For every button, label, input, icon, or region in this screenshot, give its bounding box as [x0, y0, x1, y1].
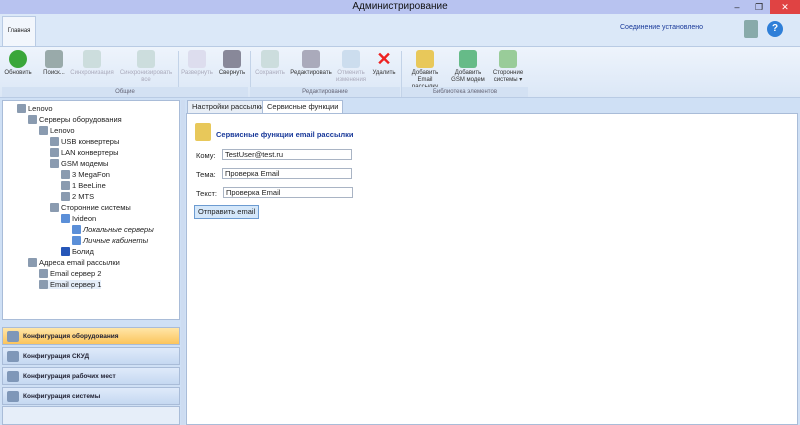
tree-node[interactable]: USB конвертеры — [50, 137, 119, 146]
tree-node[interactable]: Lenovo — [17, 104, 53, 113]
window-title: Администрирование — [0, 0, 800, 14]
splitter[interactable] — [181, 100, 185, 425]
collapse-button[interactable]: Свернуть — [216, 50, 248, 77]
delete-button[interactable]: ✕ Удалить — [370, 50, 398, 77]
tab-main[interactable]: Главная — [2, 16, 36, 46]
group-editing: Редактирование — [250, 87, 400, 97]
to-label: Кому: — [196, 151, 216, 160]
tree-node[interactable]: Адреса email рассылки — [28, 258, 120, 267]
accordion-access[interactable]: Конфигурация СКУД — [2, 347, 180, 365]
sync-all-button[interactable]: Синхронизировать все — [118, 50, 174, 84]
subject-label: Тема: — [196, 170, 216, 179]
edit-button[interactable]: Редактировать — [288, 50, 334, 77]
tree-view[interactable]: Lenovo Серверы оборудования Lenovo USB к… — [2, 100, 180, 320]
tree-node[interactable]: GSM модемы — [50, 159, 108, 168]
tree-node[interactable]: Серверы оборудования — [28, 115, 122, 124]
accordion-workstations[interactable]: Конфигурация рабочих мест — [2, 367, 180, 385]
help-icon[interactable]: ? — [767, 21, 783, 37]
sync-button[interactable]: Синхронизация — [68, 50, 116, 77]
third-party-button[interactable]: Сторонние системы ▾ — [490, 50, 526, 84]
add-email-button[interactable]: Добавить Email рассылку — [404, 50, 446, 91]
subject-field[interactable]: Проверка Email — [222, 168, 352, 179]
tree-node[interactable]: Email сервер 2 — [39, 269, 101, 278]
tree-node[interactable]: Локальные серверы — [72, 225, 154, 234]
undo-button[interactable]: Отменить изменения — [334, 50, 368, 84]
accordion-system[interactable]: Конфигурация системы — [2, 387, 180, 405]
close-button[interactable]: ✕ — [770, 0, 800, 14]
maximize-button[interactable]: ❐ — [748, 0, 770, 14]
tree-node[interactable]: 3 MegaFon — [61, 170, 110, 179]
email-icon — [195, 123, 211, 141]
tree-node[interactable]: Личные кабинеты — [72, 236, 148, 245]
group-general: Общие — [2, 87, 248, 97]
tree-node[interactable]: Сторонние системы — [50, 203, 131, 212]
service-panel: Сервисные функции email рассылки Кому: T… — [186, 113, 798, 425]
to-field[interactable]: TestUser@test.ru — [222, 149, 352, 160]
refresh-button[interactable]: Обновить — [3, 50, 33, 77]
search-button[interactable]: Поиск... — [40, 50, 68, 77]
expand-button[interactable]: Развернуть — [180, 50, 214, 77]
server-status-icon[interactable] — [744, 20, 758, 38]
tree-node[interactable]: Болид — [61, 247, 94, 256]
tree-node[interactable]: Ivideon — [61, 214, 96, 223]
tree-node[interactable]: 2 MTS — [61, 192, 94, 201]
section-heading: Сервисные функции email рассылки — [216, 130, 354, 139]
accordion-hardware[interactable]: Конфигурация оборудования — [2, 327, 180, 345]
connection-status: Соединение установлено — [620, 24, 704, 31]
tree-node[interactable]: 1 BeeLine — [61, 181, 106, 190]
add-gsm-button[interactable]: Добавить GSM модем — [448, 50, 488, 84]
tab-mail-settings[interactable]: Настройки рассылки — [187, 100, 269, 113]
send-email-button[interactable]: Отправить email — [194, 205, 260, 219]
minimize-button[interactable]: – — [726, 0, 748, 14]
tree-node[interactable]: LAN конвертеры — [50, 148, 119, 157]
text-label: Текст: — [196, 189, 217, 198]
text-field[interactable]: Проверка Email — [223, 187, 353, 198]
save-button[interactable]: Сохранить — [252, 50, 288, 77]
tree-node-selected[interactable]: Email сервер 1 — [39, 280, 102, 289]
group-library: Библиотека элементов — [402, 87, 528, 97]
tab-service-functions[interactable]: Сервисные функции — [262, 100, 344, 113]
tree-node[interactable]: Lenovo — [39, 126, 75, 135]
ribbon: Обновить Поиск... Синхронизация Синхрони… — [0, 46, 800, 98]
